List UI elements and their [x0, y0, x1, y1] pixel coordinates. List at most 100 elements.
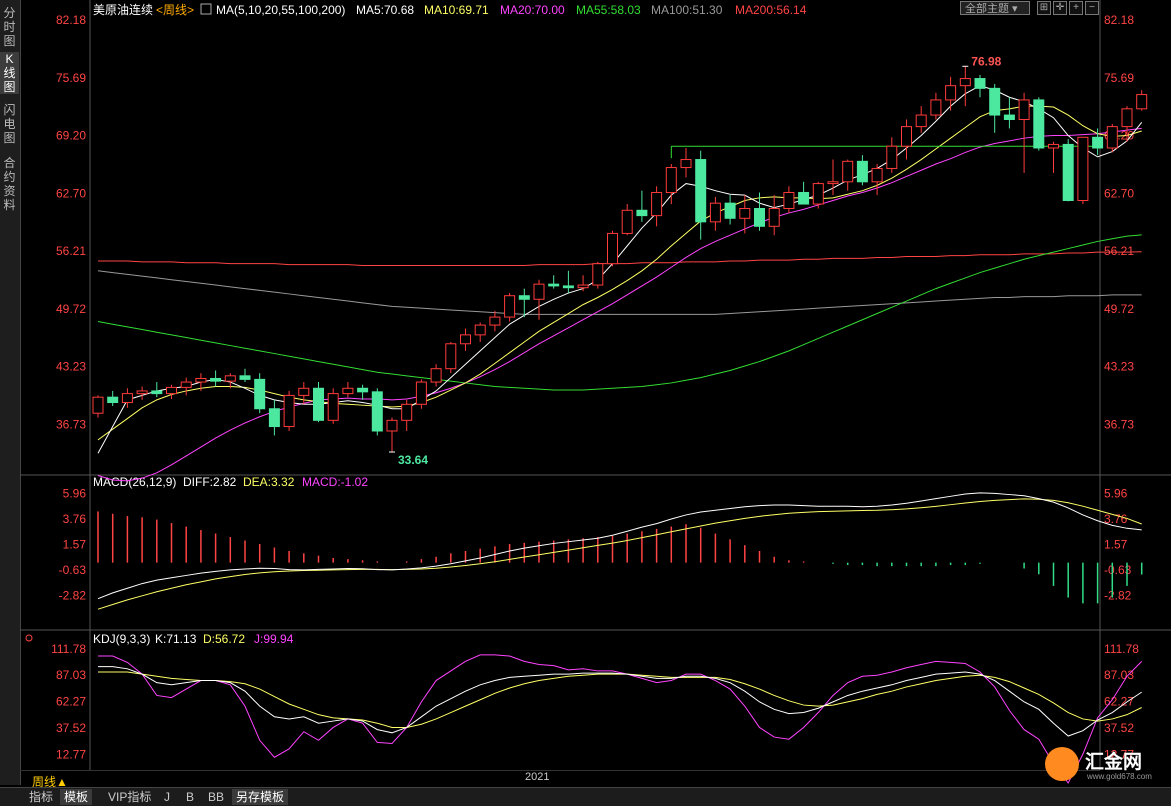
bottom-tab-bar: 指标 模板 VIP指标 J B BB 另存模板: [0, 787, 1171, 806]
kdj-axis-tick: 62.27: [56, 695, 86, 709]
candle-up: [386, 419, 398, 432]
kdj-axis-tick: 12.77: [56, 747, 86, 761]
candle-up: [1121, 108, 1133, 128]
candle-down: [107, 396, 119, 404]
candle-up: [592, 263, 604, 286]
indicator-icon[interactable]: [200, 3, 212, 15]
candle-down: [798, 191, 810, 205]
ma55-line: [97, 234, 1142, 391]
candle-down: [518, 295, 530, 300]
kdj-axis-tick: 37.52: [56, 721, 86, 735]
price-axis-tick-left: 69.20: [56, 129, 86, 143]
candle-down: [989, 87, 1001, 116]
candle-down: [548, 283, 560, 287]
candle-up: [474, 324, 486, 336]
candle-up: [945, 85, 957, 101]
kdj-label: KDJ(9,3,3): [93, 632, 150, 646]
candle-down: [268, 408, 280, 428]
logo-url: www.gold678.com: [1087, 772, 1152, 781]
kdj-axis-tick: 87.03: [1104, 668, 1134, 682]
kdj-axis-tick: 111.78: [1104, 642, 1139, 656]
tab-j[interactable]: J: [160, 789, 174, 805]
chart-canvas[interactable]: 美原油连续 <周线> MA(5,10,20,55,100,200) MA5:70…: [0, 0, 1171, 805]
tab-templates[interactable]: 模板: [60, 789, 93, 805]
theme-select-label: 全部主题: [965, 3, 1009, 15]
candle-up: [136, 390, 148, 395]
ma20-line: [97, 127, 1142, 482]
zoom-in-icon[interactable]: +: [1069, 1, 1083, 15]
tab-indicators[interactable]: 指标: [25, 789, 57, 805]
candle-up: [166, 386, 177, 395]
candle-down: [1033, 99, 1045, 149]
candle-up: [1106, 126, 1118, 149]
ma20-value: MA20:70.00: [500, 3, 565, 17]
candle-up: [401, 403, 413, 421]
price-axis-tick-right: 82.18: [1104, 13, 1134, 27]
macd-diff-line: [97, 492, 1142, 600]
candle-up: [92, 396, 104, 414]
crosshair-icon[interactable]: ✛: [1053, 1, 1067, 15]
macd-axis-tick: 5.96: [63, 486, 87, 500]
tab-b[interactable]: B: [182, 789, 198, 805]
kdj-d-value: D:56.72: [203, 632, 245, 646]
candle-up: [445, 343, 457, 370]
price-axis-tick-left: 62.70: [56, 186, 86, 200]
candle-down: [1092, 136, 1104, 149]
zoom-out-icon[interactable]: −: [1085, 1, 1099, 15]
candle-down: [371, 391, 383, 432]
kdj-axis-tick: 37.52: [1104, 721, 1134, 735]
candle-up: [1018, 99, 1030, 121]
candle-up: [783, 191, 795, 209]
price-axis-tick-right: 75.69: [1104, 71, 1134, 85]
candle-up: [283, 394, 295, 428]
macd-panel: 5.96 5.963.76 3.761.57 1.57-0.63 -0.63-2.82-…: [59, 486, 1143, 610]
period-tag: <周线>: [156, 3, 194, 17]
kdj-panel: 111.78 111.78 87.03 87.03 62.27 62.27 37.52 37.…: [51, 642, 1143, 784]
candle-up: [298, 387, 310, 396]
candle-up: [709, 202, 721, 223]
candle-down: [210, 377, 222, 382]
price-axis-tick-right: 56.21: [1104, 244, 1134, 258]
candle-up: [577, 284, 589, 289]
tab-bb[interactable]: BB: [204, 789, 228, 805]
candle-up: [886, 145, 898, 169]
candle-up: [812, 183, 824, 205]
ma100-value: MA100:51.30: [651, 3, 723, 17]
candle-up: [195, 377, 207, 383]
candle-up: [1077, 136, 1089, 201]
candle-up: [827, 181, 839, 185]
price-axis-tick-right: 49.72: [1104, 302, 1134, 316]
candle-up: [665, 167, 677, 193]
macd-axis-tick: -2.82: [59, 588, 87, 602]
grid-icon[interactable]: ⊞: [1037, 1, 1051, 15]
kdj-j-value: J:99.94: [254, 632, 294, 646]
macd-axis-tick: 1.57: [63, 537, 87, 551]
macd-diff-value: DIFF:2.82: [183, 475, 237, 489]
logo-mark-icon: [1045, 747, 1079, 781]
price-axis-tick-right: 36.73: [1104, 417, 1134, 431]
ma200-value: MA200:56.14: [735, 3, 807, 17]
tab-save-template[interactable]: 另存模板: [232, 789, 289, 805]
candle-up: [1136, 94, 1148, 110]
candle-up: [121, 393, 133, 404]
theme-select[interactable]: 全部主题 ▾: [960, 1, 1030, 15]
price-axis-tick-right: 62.70: [1104, 186, 1134, 200]
ma55-value: MA55:58.03: [576, 3, 641, 17]
macd-axis-tick: -0.63: [59, 563, 87, 577]
candle-up: [224, 375, 236, 382]
candle-up: [327, 393, 339, 421]
price-axis-tick-left: 36.73: [56, 417, 86, 431]
price-panel: 82.18 82.1875.69 75.6969.20 69.2062.70 62.70…: [56, 13, 1148, 482]
candle-down: [974, 78, 986, 89]
macd-dea-line: [97, 498, 1142, 610]
ma5-value: MA5:70.68: [356, 3, 414, 17]
gold678-logo: 汇金网 www.gold678.com: [1043, 745, 1163, 785]
candle-down: [1003, 114, 1015, 121]
price-axis-tick-right: 43.23: [1104, 360, 1134, 374]
tab-vip-indicators[interactable]: VIP指标: [104, 789, 155, 805]
candle-down: [239, 375, 251, 380]
candle-up: [489, 316, 501, 326]
kdj-settings-icon[interactable]: [25, 634, 33, 642]
candle-down: [562, 285, 574, 289]
candle-up: [768, 207, 780, 227]
